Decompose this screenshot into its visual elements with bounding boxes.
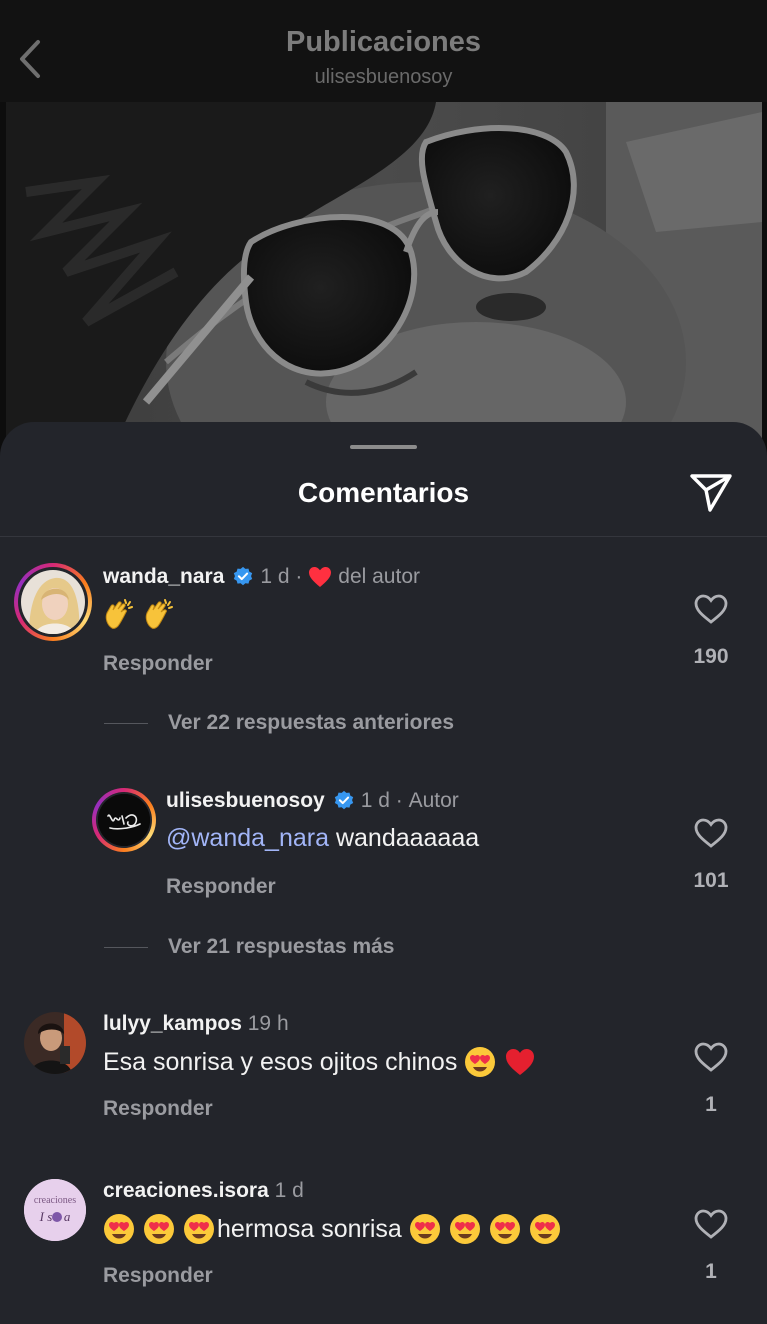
comment-text: hermosa sonrisa: [103, 1213, 569, 1245]
author-liked-heart-icon: [309, 567, 332, 587]
comments-title: Comentarios: [297, 477, 470, 508]
heart-eyes-emoji: [464, 1046, 496, 1078]
like-heart-icon[interactable]: [693, 1208, 729, 1240]
comment-text: Esa sonrisa y esos ojitos chinos: [103, 1046, 544, 1078]
avatar[interactable]: [21, 570, 85, 634]
comment-text: [103, 598, 183, 630]
like-count: 1: [705, 1093, 717, 1116]
comment-time: 1 d: [260, 565, 290, 588]
sheet-drag-handle[interactable]: [350, 445, 417, 449]
avatar[interactable]: [24, 1012, 86, 1074]
comment-body: Esa sonrisa y esos ojitos chinos: [103, 1047, 458, 1076]
author-badge: Autor: [408, 789, 459, 812]
reply-button[interactable]: Responder: [103, 1097, 213, 1121]
mention-link[interactable]: @wanda_nara: [166, 824, 329, 853]
comment-username[interactable]: creaciones.isora: [103, 1179, 269, 1203]
like-count: 1: [705, 1260, 717, 1283]
post-photo[interactable]: [6, 102, 762, 442]
page-title: Publicaciones: [285, 26, 481, 58]
send-icon[interactable]: [688, 470, 734, 514]
view-replies-label[interactable]: Ver 21 respuestas más: [168, 935, 395, 959]
page-subtitle: ulisesbuenosoy: [314, 66, 453, 88]
heart-eyes-emoji: [143, 1213, 175, 1245]
comment-body: wandaaaaaa: [335, 824, 480, 852]
heart-eyes-emoji: [449, 1213, 481, 1245]
separator-dot: ·: [289, 565, 309, 588]
separator-dot: ·: [389, 789, 409, 812]
svg-text:creaciones: creaciones: [34, 1195, 76, 1206]
heart-eyes-emoji: [183, 1213, 215, 1245]
like-heart-icon[interactable]: [693, 817, 729, 849]
comment-text: @wanda_nara wandaaaaaa: [166, 824, 479, 853]
liked-by-author-label: del autor: [338, 565, 420, 588]
clapping-hands-emoji: [103, 598, 135, 630]
avatar[interactable]: creaciones I s r a: [24, 1179, 86, 1241]
comment-time: 19 h: [247, 1012, 289, 1035]
heart-eyes-emoji: [409, 1213, 441, 1245]
view-more-replies[interactable]: Ver 21 respuestas más: [104, 935, 395, 959]
heart-eyes-emoji: [489, 1213, 521, 1245]
verified-badge-icon: [334, 790, 353, 810]
like-heart-icon[interactable]: [693, 1041, 729, 1073]
avatar[interactable]: [98, 794, 150, 846]
clapping-hands-emoji: [143, 598, 175, 630]
reply-thread-line: [104, 722, 148, 724]
comment-time: 1 d: [360, 789, 390, 812]
reply-button[interactable]: Responder: [103, 652, 213, 676]
view-replies-label[interactable]: Ver 22 respuestas anteriores: [168, 711, 454, 735]
comment-username[interactable]: wanda_nara: [103, 565, 224, 589]
heart-eyes-emoji: [103, 1213, 135, 1245]
divider: [0, 536, 767, 537]
like-heart-icon[interactable]: [693, 593, 729, 625]
reply-button[interactable]: Responder: [103, 1264, 213, 1288]
comment-username[interactable]: ulisesbuenosoy: [166, 789, 325, 813]
comment-username[interactable]: lulyy_kampos: [103, 1012, 242, 1036]
top-bar: Publicaciones ulisesbuenosoy: [0, 0, 767, 102]
reply-button[interactable]: Responder: [166, 875, 276, 899]
like-count: 190: [693, 645, 729, 668]
comment-body: hermosa sonrisa: [217, 1214, 402, 1243]
heart-eyes-emoji: [529, 1213, 561, 1245]
view-previous-replies[interactable]: Ver 22 respuestas anteriores: [104, 711, 454, 735]
comment-time: 1 d: [274, 1179, 304, 1202]
like-count: 101: [693, 869, 729, 892]
red-heart-emoji: [504, 1046, 536, 1078]
verified-badge-icon: [234, 566, 253, 586]
reply-thread-line: [104, 946, 148, 948]
